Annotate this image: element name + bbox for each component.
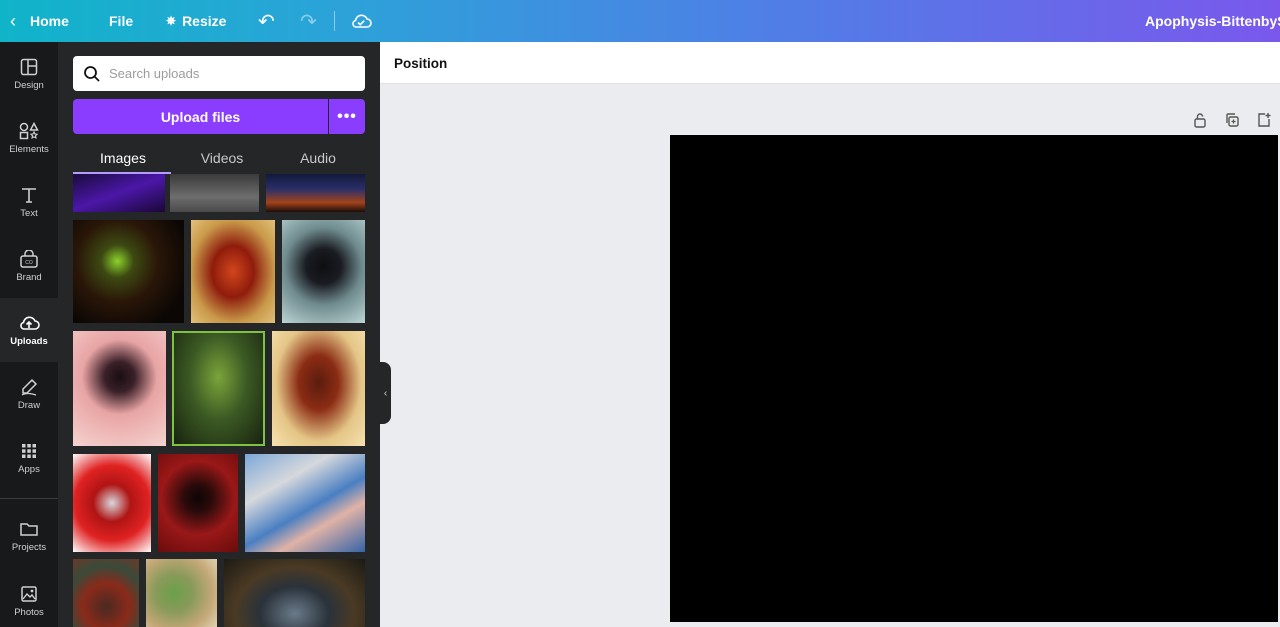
undo-icon: ↶ [258,10,275,33]
search-box [73,56,365,91]
tab-images[interactable]: Images [73,142,173,174]
sidebar-item-label: Draw [17,399,41,411]
resize-sparkle-icon: ✵ [166,14,177,28]
sidebar-item-design[interactable]: Design [0,42,58,106]
lock-page-button[interactable] [1190,110,1210,130]
sidebar-item-projects[interactable]: Projects [0,504,58,568]
layout-icon [20,58,38,75]
duplicate-page-button[interactable] [1222,110,1242,130]
chevron-left-icon: ‹ [383,387,388,399]
more-dots-icon: ••• [337,107,357,125]
collapse-panel-button[interactable]: ‹ [380,362,391,424]
search-input[interactable] [109,66,359,81]
toolbar-divider [334,11,335,31]
left-sidebar: Design Elements Text CO Brand Uploads Dr… [0,42,58,627]
sidebar-item-photos[interactable]: Photos [0,569,58,627]
upload-thumbnail[interactable] [282,220,365,323]
pen-icon [21,378,38,396]
sidebar-divider [0,498,58,499]
home-label: Home [30,13,69,29]
uploads-panel: Upload files ••• Images Videos Audio [58,42,380,627]
uploads-tabs: Images Videos Audio [73,142,365,174]
redo-icon: ↷ [300,10,317,33]
upload-thumbnail[interactable] [73,174,165,212]
file-menu-button[interactable]: File [109,0,133,42]
sidebar-item-label: Brand [16,271,42,283]
sidebar-item-label: Uploads [10,335,48,347]
upload-thumbnail[interactable] [170,174,259,212]
apps-grid-icon [22,443,36,458]
position-button[interactable]: Position [394,42,447,84]
top-bar: ‹ Home File ✵ Resize ↶ ↷ Apophysis-Bitte… [0,0,1280,42]
resize-button[interactable]: ✵ Resize [166,0,226,42]
shapes-icon [19,121,39,139]
upload-thumbnail[interactable] [73,220,184,323]
undo-button[interactable]: ↶ [258,0,275,42]
upload-thumbnail[interactable] [272,331,365,446]
design-canvas[interactable] [670,135,1278,622]
text-icon [22,187,36,203]
sidebar-item-brand[interactable]: CO Brand [0,234,58,298]
cloud-check-icon [352,14,372,28]
sidebar-item-label: Apps [18,463,40,475]
upload-thumbnail[interactable] [146,559,217,627]
sidebar-item-label: Elements [9,143,49,155]
home-button[interactable]: ‹ Home [10,0,69,42]
upload-thumbnail[interactable] [224,559,365,627]
sidebar-item-label: Text [20,207,38,219]
context-toolbar: Position [380,42,1280,84]
tab-videos[interactable]: Videos [173,142,271,174]
upload-thumbnail[interactable] [245,454,365,552]
upload-thumbnail[interactable] [191,220,275,323]
upload-thumbnail[interactable] [266,174,365,212]
file-label: File [109,13,134,29]
chevron-left-icon: ‹ [10,10,16,31]
upload-actions: Upload files ••• [73,99,365,134]
resize-label: Resize [182,13,227,29]
cloud-upload-icon [20,316,40,330]
upload-thumbnail[interactable] [73,454,151,552]
tab-audio[interactable]: Audio [271,142,365,174]
redo-button[interactable]: ↷ [300,0,317,42]
upload-thumbnail[interactable] [172,331,265,446]
upload-thumbnail[interactable] [158,454,238,552]
upload-files-button[interactable]: Upload files [73,99,328,134]
duplicate-icon [1226,113,1239,127]
svg-text:CO: CO [25,260,33,266]
upload-thumbnail[interactable] [73,331,166,446]
search-icon [84,65,100,82]
sidebar-item-uploads[interactable]: Uploads [0,298,58,362]
add-page-button[interactable] [1254,110,1274,130]
add-page-icon [1258,113,1271,127]
more-options-button[interactable]: ••• [329,99,365,134]
image-icon [21,585,37,602]
sidebar-item-text[interactable]: Text [0,170,58,234]
save-status-button[interactable] [350,0,372,42]
sidebar-item-apps[interactable]: Apps [0,426,58,490]
upload-thumbnail[interactable] [73,559,139,627]
document-title[interactable]: Apophysis-BittenbySp [1145,0,1280,42]
brand-icon: CO [20,249,38,268]
sidebar-item-label: Projects [11,541,47,553]
folder-icon [20,522,38,536]
unlock-icon [1194,113,1206,128]
sidebar-item-elements[interactable]: Elements [0,106,58,170]
sidebar-item-label: Design [14,79,44,91]
sidebar-item-draw[interactable]: Draw [0,362,58,426]
sidebar-item-label: Photos [14,606,44,618]
